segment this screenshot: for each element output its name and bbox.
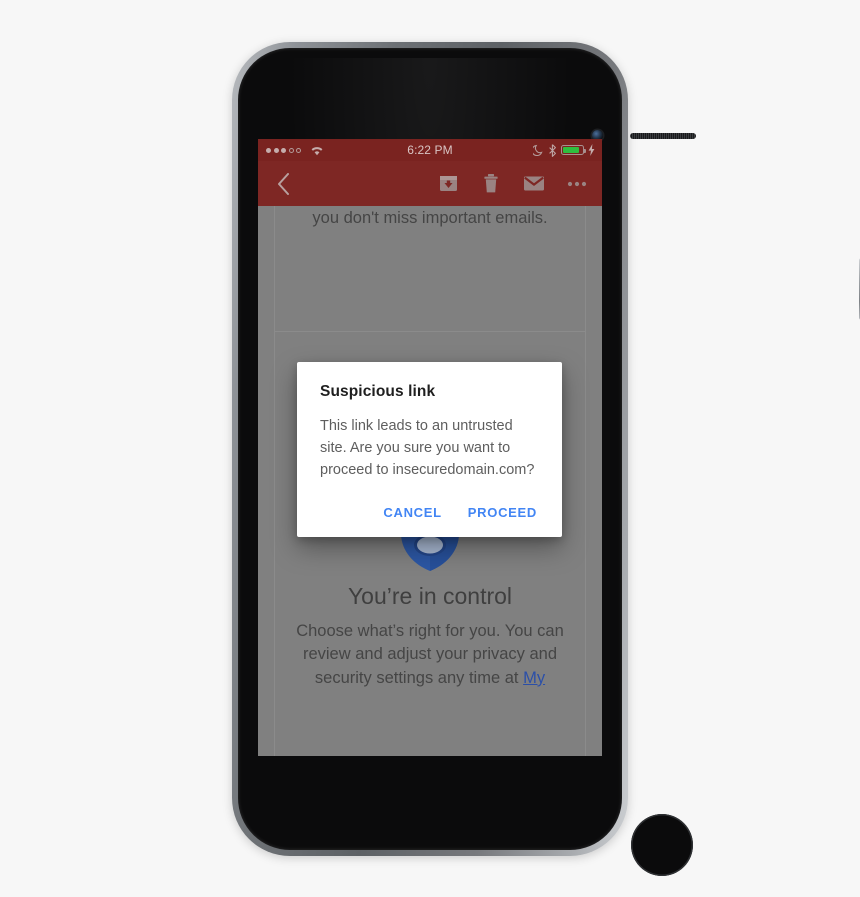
more-options-icon[interactable]	[566, 173, 588, 195]
home-button[interactable]	[631, 814, 693, 876]
chevron-left-icon[interactable]	[270, 171, 296, 197]
dialog-title: Suspicious link	[320, 383, 436, 400]
proceed-button[interactable]: PROCEED	[466, 503, 539, 522]
phone-screen: you get real-time notifications so you d…	[258, 139, 602, 756]
dialog-actions: CANCEL PROCEED	[320, 503, 539, 528]
mail-icon[interactable]	[523, 173, 545, 195]
archive-icon[interactable]	[437, 173, 459, 195]
status-bar-time: 6:22 PM	[407, 143, 453, 157]
suspicious-link-dialog: Suspicious link This link leads to an un…	[297, 362, 562, 538]
dialog-message: This link leads to an untrusted site. Ar…	[320, 418, 535, 478]
email-app-toolbar	[258, 161, 602, 206]
battery-icon	[561, 145, 586, 155]
earpiece-speaker	[630, 133, 696, 139]
cancel-button[interactable]: CANCEL	[381, 503, 443, 522]
toolbar-actions	[437, 173, 588, 195]
status-bar: 6:22 PM	[258, 139, 602, 161]
trash-icon[interactable]	[480, 173, 502, 195]
